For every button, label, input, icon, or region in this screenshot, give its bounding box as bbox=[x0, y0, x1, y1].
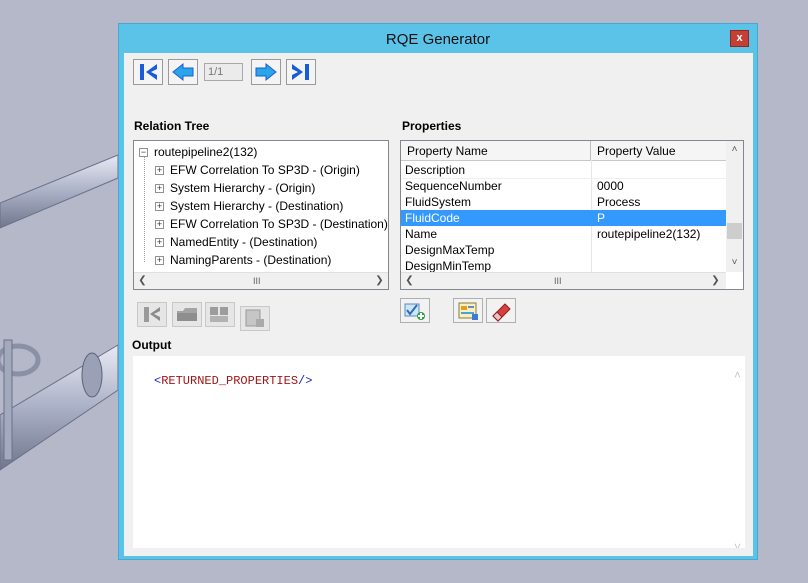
client-area: 1/1 Relation Tree − routepipeline2(132) … bbox=[124, 53, 753, 556]
scroll-left-icon[interactable]: ❮ bbox=[134, 273, 151, 289]
rqe-generator-window: RQE Generator x 1/1 Relation Tree − rout… bbox=[118, 23, 758, 560]
tree-node-label: System Hierarchy - (Destination) bbox=[170, 199, 344, 213]
scroll-up-icon[interactable]: ˄ bbox=[726, 142, 743, 158]
tree-node-label: NamingParents - (Destination) bbox=[170, 253, 332, 267]
expand-icon[interactable]: + bbox=[155, 238, 164, 247]
output-text-area[interactable]: <RETURNED_PROPERTIES/> ˄ ˅ bbox=[133, 356, 745, 548]
add-property-button[interactable] bbox=[400, 298, 430, 323]
scroll-right-icon[interactable]: ❯ bbox=[707, 273, 724, 289]
property-value-cell[interactable]: P bbox=[597, 210, 605, 226]
properties-horizontal-scrollbar[interactable]: ❮ III ❯ bbox=[401, 272, 726, 289]
scroll-down-icon[interactable]: ˅ bbox=[730, 540, 745, 548]
next-page-icon bbox=[255, 62, 277, 82]
folder-tool-button[interactable] bbox=[172, 302, 202, 327]
xml-close-bracket: /> bbox=[298, 374, 313, 388]
property-value-cell[interactable]: routepipeline2(132) bbox=[597, 226, 700, 242]
relation-tree-heading: Relation Tree bbox=[134, 119, 210, 133]
property-value-cell[interactable]: 0000 bbox=[597, 178, 624, 194]
add-object-icon bbox=[210, 307, 228, 322]
properties-heading: Properties bbox=[402, 119, 462, 133]
scroll-up-icon[interactable]: ˄ bbox=[730, 368, 745, 382]
property-name-cell: Description bbox=[405, 163, 466, 177]
page-indicator: 1/1 bbox=[204, 63, 243, 81]
property-name-cell: Name bbox=[405, 227, 438, 241]
previous-page-button[interactable] bbox=[168, 59, 198, 85]
xml-tag-name: RETURNED_PROPERTIES bbox=[161, 374, 299, 388]
scroll-thumb-grip[interactable]: III bbox=[554, 276, 562, 286]
scroll-right-icon[interactable]: ❯ bbox=[371, 273, 388, 289]
expand-icon[interactable]: + bbox=[155, 166, 164, 175]
tree-connector-line bbox=[144, 156, 145, 262]
tree-node-label: EFW Correlation To SP3D - (Origin) bbox=[170, 163, 360, 177]
first-page-button[interactable] bbox=[133, 59, 163, 85]
document-icon bbox=[245, 309, 264, 327]
properties-grid[interactable]: Property Name Property Value Description… bbox=[400, 140, 744, 290]
property-name-cell: SequenceNumber bbox=[405, 179, 502, 193]
expand-icon[interactable]: + bbox=[155, 184, 164, 193]
property-row[interactable]: Description bbox=[401, 162, 726, 178]
column-header-property-value[interactable]: Property Value bbox=[597, 144, 676, 158]
scroll-thumb-grip[interactable]: III bbox=[253, 276, 261, 286]
relation-icon bbox=[144, 307, 160, 322]
column-separator[interactable] bbox=[590, 141, 591, 160]
properties-vertical-scrollbar[interactable]: ˄ ˅ bbox=[726, 141, 743, 272]
title-bar[interactable]: RQE Generator x bbox=[119, 24, 757, 53]
grid-header: Property Name Property Value bbox=[401, 141, 726, 161]
report-icon bbox=[458, 302, 478, 320]
tree-node-label: routepipeline2(132) bbox=[154, 145, 258, 159]
property-row-selected[interactable]: FluidCode P bbox=[401, 210, 726, 226]
scroll-thumb[interactable] bbox=[727, 223, 742, 239]
folder-icon bbox=[177, 308, 197, 321]
add-object-tool-button[interactable] bbox=[205, 302, 235, 327]
window-title: RQE Generator bbox=[385, 31, 491, 48]
expand-icon[interactable]: + bbox=[155, 256, 164, 265]
property-row[interactable]: Name routepipeline2(132) bbox=[401, 226, 726, 242]
property-row[interactable]: DesignMaxTemp bbox=[401, 242, 726, 258]
document-tool-button[interactable] bbox=[240, 306, 270, 331]
first-page-icon bbox=[140, 64, 157, 80]
property-name-cell: DesignMaxTemp bbox=[405, 243, 495, 257]
last-page-icon bbox=[292, 64, 309, 80]
eraser-icon bbox=[492, 303, 511, 322]
expand-icon[interactable]: + bbox=[155, 202, 164, 211]
previous-page-icon bbox=[172, 62, 194, 82]
property-row[interactable]: FluidSystem Process bbox=[401, 194, 726, 210]
report-button[interactable] bbox=[453, 298, 483, 323]
property-row[interactable]: SequenceNumber 0000 bbox=[401, 178, 726, 194]
close-button[interactable]: x bbox=[730, 30, 749, 47]
property-name-cell: FluidSystem bbox=[405, 195, 472, 209]
tree-node-label: NamedEntity - (Destination) bbox=[170, 235, 318, 249]
last-page-button[interactable] bbox=[286, 59, 316, 85]
clear-button[interactable] bbox=[486, 298, 516, 323]
tree-horizontal-scrollbar[interactable]: ❮ III ❯ bbox=[134, 272, 388, 289]
output-heading: Output bbox=[132, 338, 172, 352]
property-value-cell[interactable]: Process bbox=[597, 194, 640, 210]
relation-tool-button[interactable] bbox=[137, 302, 167, 327]
relation-tree[interactable]: − routepipeline2(132) + EFW Correlation … bbox=[133, 140, 389, 290]
next-page-button[interactable] bbox=[251, 59, 281, 85]
tree-node-label: System Hierarchy - (Origin) bbox=[170, 181, 316, 195]
add-check-icon bbox=[404, 303, 425, 320]
scroll-left-icon[interactable]: ❮ bbox=[401, 273, 418, 289]
tree-node-label: EFW Correlation To SP3D - (Destination) bbox=[170, 217, 388, 231]
scroll-down-icon[interactable]: ˅ bbox=[726, 255, 743, 271]
expand-icon[interactable]: + bbox=[155, 220, 164, 229]
output-xml[interactable]: <RETURNED_PROPERTIES/> bbox=[154, 374, 312, 388]
column-header-property-name[interactable]: Property Name bbox=[407, 144, 488, 158]
property-name-cell: FluidCode bbox=[405, 211, 460, 225]
collapse-icon[interactable]: − bbox=[139, 148, 148, 157]
